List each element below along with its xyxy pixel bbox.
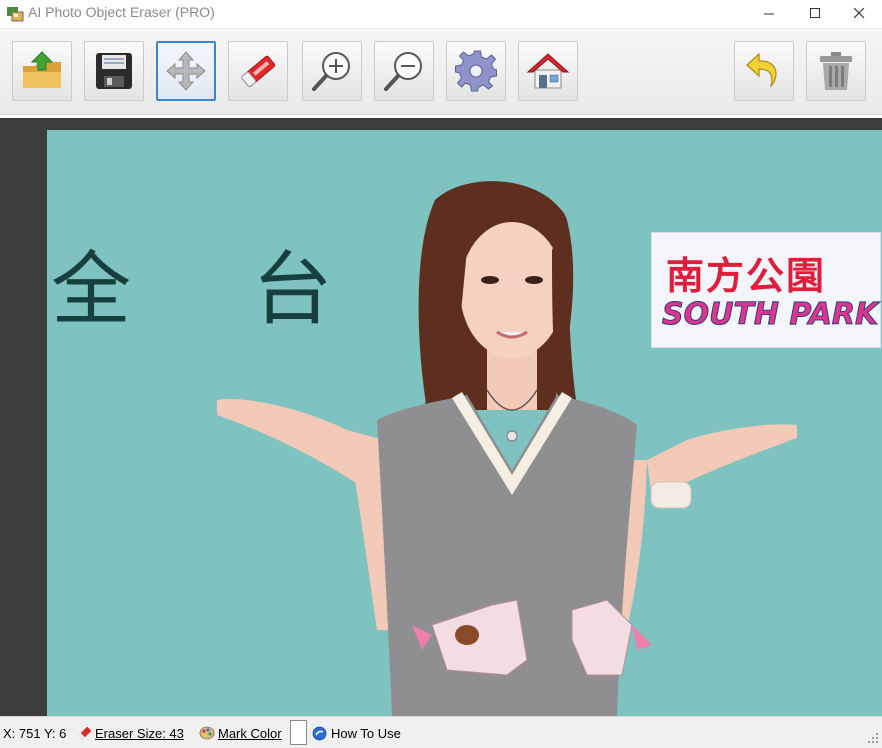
zoom-out-icon [384,52,422,91]
settings-button[interactable] [446,41,506,101]
mark-color-swatch[interactable] [290,720,307,745]
eraser-size-link[interactable]: Eraser Size: 43 [95,726,184,741]
minimize-icon [764,13,774,15]
undo-arrow-icon [746,52,777,88]
eraser-icon [241,55,276,87]
zoom-in-icon [312,52,350,91]
mark-color-link[interactable]: Mark Color [218,726,282,741]
save-image-button[interactable] [84,41,144,101]
window-title: AI Photo Object Eraser (PRO) [28,4,215,20]
move-tool-button[interactable] [156,41,216,101]
how-to-use-link[interactable]: How To Use [331,726,401,741]
title-bar: AI Photo Object Eraser (PRO) [0,0,882,29]
work-area: 全 台 簽 會 南方公園 SOUTH PARK [0,118,882,716]
status-bar: X: 751 Y: 6 Eraser Size: 43 Mark Color H… [0,716,882,748]
zoom-out-button[interactable] [374,41,434,101]
maximize-button[interactable] [792,0,838,26]
home-button[interactable] [518,41,578,101]
app-icon [7,7,24,22]
eraser-tool-button[interactable] [228,41,288,101]
woman-figure [217,181,797,716]
folder-upload-icon [23,51,61,88]
floppy-disk-icon [96,53,132,89]
toolbar [0,29,882,115]
resize-grip-icon[interactable] [866,731,880,745]
undo-button[interactable] [734,41,794,101]
cursor-coordinates: X: 751 Y: 6 [3,726,67,741]
move-arrows-icon [166,51,206,91]
zoom-in-button[interactable] [302,41,362,101]
open-image-button[interactable] [12,41,72,101]
trash-can-icon [820,52,852,90]
home-icon [526,53,570,89]
minimize-button[interactable] [746,0,792,26]
help-icon [312,726,327,741]
close-icon [853,7,865,19]
palette-icon [199,726,215,740]
close-button[interactable] [836,0,882,26]
eraser-size-icon [78,726,92,740]
gear-icon [455,50,497,92]
delete-button[interactable] [806,41,866,101]
image-canvas[interactable]: 全 台 簽 會 南方公園 SOUTH PARK [47,130,882,716]
maximize-icon [810,8,820,18]
